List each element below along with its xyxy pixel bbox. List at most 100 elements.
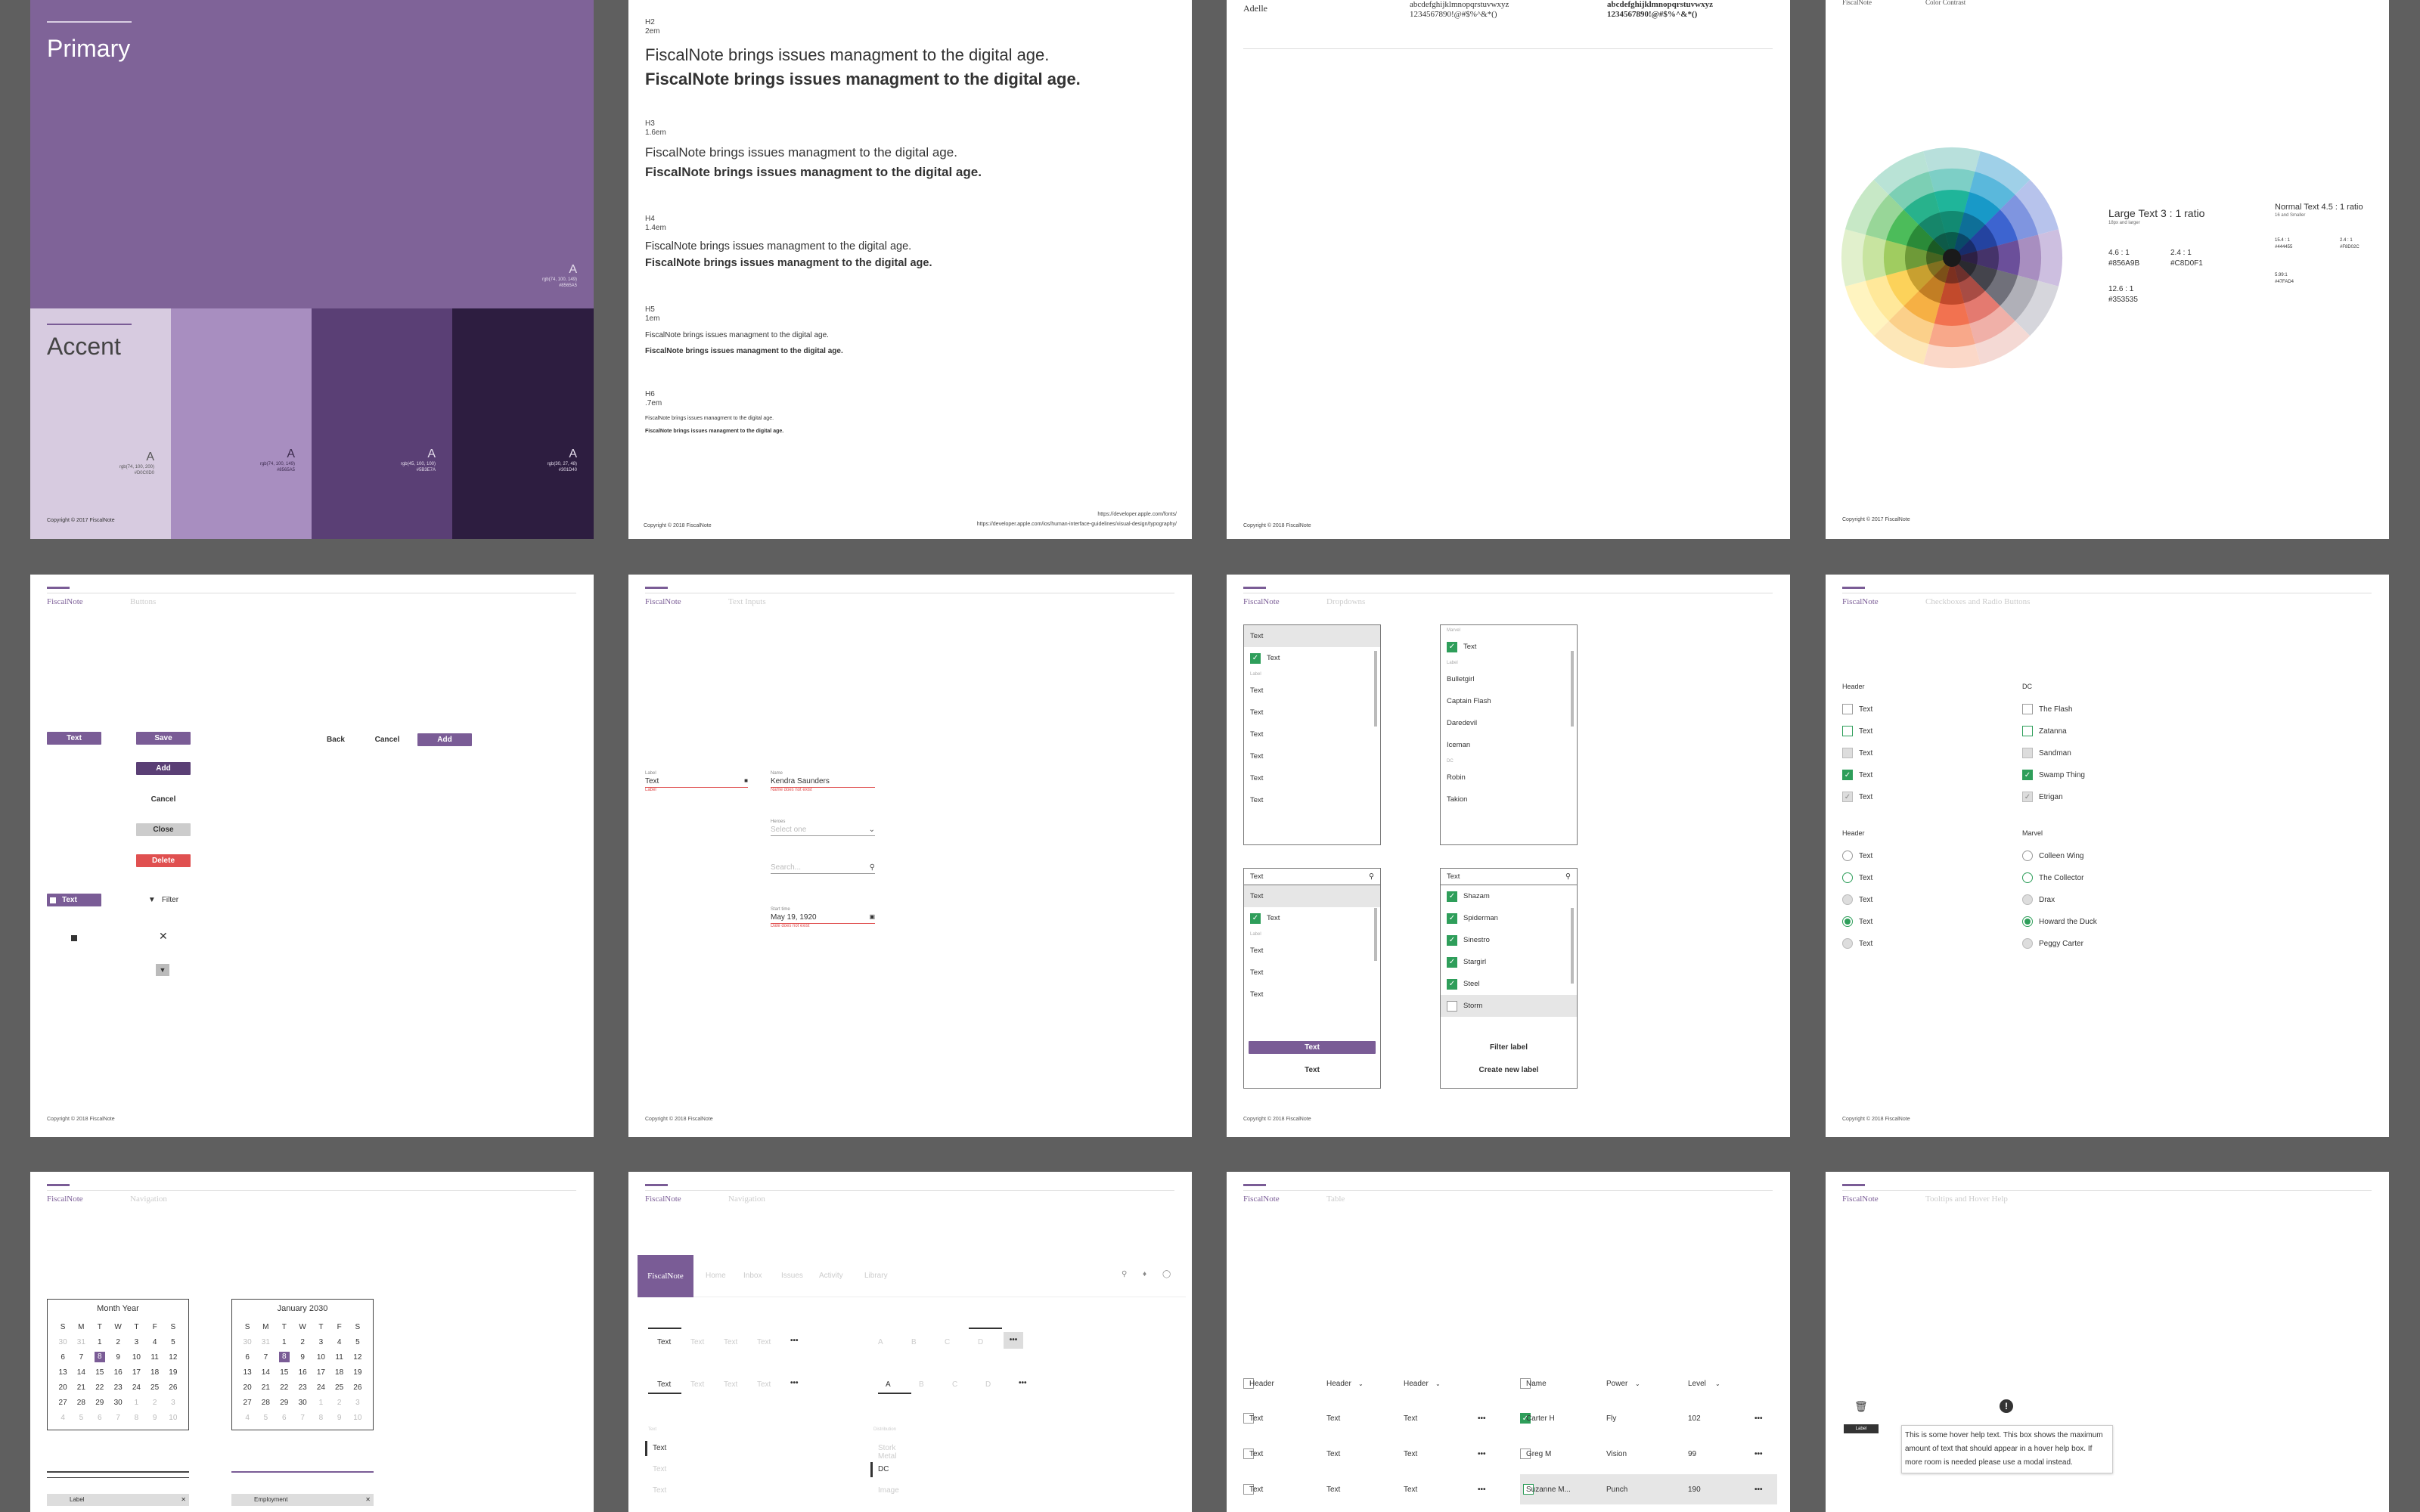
calendar-day[interactable]: 9	[146, 1410, 164, 1425]
calendar-day[interactable]: 30	[54, 1334, 72, 1349]
calendar-day[interactable]: 25	[146, 1380, 164, 1395]
checkbox-icon[interactable]: ✓	[2022, 770, 2033, 780]
list-item[interactable]: ✓ Spiderman	[1441, 907, 1577, 929]
list-item[interactable]: Text	[1244, 789, 1380, 811]
calendar-day[interactable]: 22	[275, 1380, 293, 1395]
calendar-day[interactable]: 7	[72, 1349, 90, 1365]
calendar-day[interactable]: 23	[293, 1380, 312, 1395]
nav-item-issues[interactable]: Issues	[781, 1272, 803, 1280]
dropdown-list-1[interactable]: Text ✓ Text Label Text Text Text Text Tex…	[1243, 624, 1381, 845]
tab-item[interactable]: Text	[657, 1338, 671, 1346]
close-icon[interactable]: ✕	[159, 930, 168, 943]
calendar-day[interactable]: 10	[349, 1410, 367, 1425]
calendar-day[interactable]: 5	[72, 1410, 90, 1425]
calendar-day[interactable]: 2	[330, 1395, 349, 1410]
checkbox-icon[interactable]: ✓	[1842, 792, 1853, 802]
calendar-day[interactable]: 6	[238, 1349, 256, 1365]
more-icon[interactable]: •••	[1019, 1379, 1027, 1387]
calendar-day[interactable]: 10	[312, 1349, 330, 1365]
radio-icon[interactable]	[2022, 894, 2033, 905]
calendar-day[interactable]: 18	[146, 1365, 164, 1380]
scrollbar[interactable]	[1374, 651, 1377, 727]
checkbox-icon[interactable]: ✓	[1447, 956, 1457, 968]
list-item[interactable]: ✓ Steel	[1441, 973, 1577, 995]
calendar-day[interactable]: 6	[54, 1349, 72, 1365]
calendar-day[interactable]: 1	[275, 1334, 293, 1349]
calendar-day[interactable]: 5	[164, 1334, 182, 1349]
calendar-day[interactable]: 3	[312, 1334, 330, 1349]
reference-link-1[interactable]: https://developer.apple.com/fonts/	[1097, 512, 1177, 517]
search-icon[interactable]: ⚲	[1122, 1270, 1127, 1278]
checkbox-icon[interactable]: ✓	[1447, 934, 1457, 946]
calendar-day[interactable]: 12	[349, 1349, 367, 1365]
radio-icon[interactable]	[2022, 872, 2033, 883]
calendar-day[interactable]: 21	[256, 1380, 275, 1395]
list-item[interactable]: Text	[1244, 680, 1380, 702]
radio-icon[interactable]	[1842, 894, 1853, 905]
calendar-day[interactable]: 17	[127, 1365, 145, 1380]
calendar-day[interactable]: 2	[109, 1334, 127, 1349]
tab-item[interactable]: Text	[690, 1380, 704, 1389]
chevron-down-icon[interactable]: ⌄	[1435, 1380, 1441, 1387]
calendar-day[interactable]: 7	[293, 1410, 312, 1425]
nav-brand[interactable]: FiscalNote	[638, 1255, 693, 1297]
radio-icon[interactable]	[1842, 872, 1853, 883]
more-icon[interactable]: •••	[1754, 1414, 1763, 1423]
radio-icon[interactable]	[1842, 916, 1853, 927]
checkbox-item[interactable]: Text	[1842, 747, 1872, 759]
calendar-day[interactable]: 16	[109, 1365, 127, 1380]
calendar-day[interactable]: 11	[146, 1349, 164, 1365]
tab-item[interactable]: B	[911, 1338, 917, 1346]
calendar-day[interactable]: 20	[54, 1380, 72, 1395]
calendar-day[interactable]: 13	[54, 1365, 72, 1380]
calendar-day[interactable]: 29	[90, 1395, 109, 1410]
tab-item[interactable]: Text	[724, 1338, 737, 1346]
more-icon[interactable]: •••	[1478, 1450, 1486, 1458]
list-item[interactable]: ✓ Text	[1244, 647, 1380, 669]
calendar-day[interactable]: 28	[72, 1395, 90, 1410]
checkbox-icon[interactable]	[1842, 748, 1853, 758]
calendar-day[interactable]: 8	[90, 1349, 109, 1365]
more-icon[interactable]: •••	[790, 1379, 799, 1387]
radio-icon[interactable]	[2022, 850, 2033, 861]
calendar-day[interactable]: 5	[256, 1410, 275, 1425]
tab-item[interactable]: Text	[757, 1380, 771, 1389]
checkbox-icon[interactable]	[2022, 748, 2033, 758]
filter-label-button[interactable]: Filter label	[1445, 1041, 1572, 1054]
list-item[interactable]: Text	[1244, 702, 1380, 723]
calendar-day[interactable]: 19	[164, 1365, 182, 1380]
calendar-day[interactable]: 31	[72, 1334, 90, 1349]
calendar-day[interactable]: 3	[164, 1395, 182, 1410]
checkbox-icon[interactable]	[1842, 726, 1853, 736]
side-nav-item[interactable]: Image	[878, 1486, 899, 1495]
table-row[interactable]: ✓ Carter H Fly 102 •••	[1520, 1411, 1777, 1426]
calendar-day[interactable]: 4	[54, 1410, 72, 1425]
checkbox-icon[interactable]: ✓	[1842, 770, 1853, 780]
checkbox-icon[interactable]: ✓	[1447, 641, 1457, 652]
radio-icon[interactable]	[2022, 938, 2033, 949]
calendar-day[interactable]: 1	[90, 1334, 109, 1349]
calendar-day[interactable]: 2	[293, 1334, 312, 1349]
scrollbar[interactable]	[1571, 908, 1574, 984]
checkbox-item[interactable]: Text	[1842, 703, 1872, 715]
checkbox-item[interactable]: Zatanna	[2022, 725, 2067, 737]
radio-item[interactable]: Text	[1842, 937, 1872, 950]
filter-icon-button[interactable]: ▼	[156, 964, 169, 976]
delete-button[interactable]: Delete	[136, 854, 191, 867]
search-field[interactable]: Search... ⚲	[771, 862, 875, 874]
checkbox-icon[interactable]: ✓	[1250, 912, 1261, 924]
tab-item[interactable]: C	[945, 1338, 950, 1346]
list-item[interactable]: Captain Flash	[1441, 690, 1577, 712]
list-item[interactable]: ✓ Shazam	[1441, 885, 1577, 907]
calendar-day[interactable]: 11	[330, 1349, 349, 1365]
calendar-day[interactable]: 1	[312, 1395, 330, 1410]
checkbox-item[interactable]: Sandman	[2022, 747, 2071, 759]
calendar-day[interactable]: 3	[349, 1395, 367, 1410]
list-item[interactable]: Text	[1244, 962, 1380, 984]
nav-item-inbox[interactable]: Inbox	[743, 1272, 762, 1280]
tab-item[interactable]: D	[985, 1380, 991, 1389]
add-button-secondary[interactable]: Add	[417, 733, 472, 746]
dropdown-label-2[interactable]: Employment ✕	[231, 1471, 374, 1506]
checkbox-item[interactable]: The Flash	[2022, 703, 2072, 715]
table-row[interactable]: Text Text Text •••	[1243, 1482, 1508, 1497]
